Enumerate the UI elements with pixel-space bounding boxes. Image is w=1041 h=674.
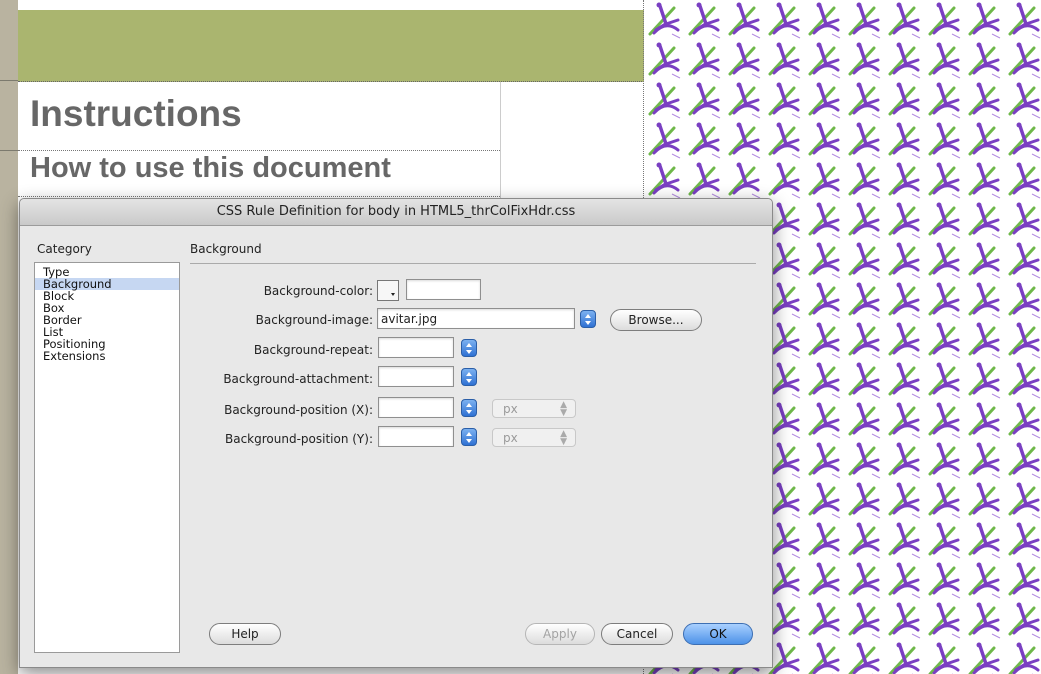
- bg-repeat-label: Background-repeat:: [253, 343, 373, 357]
- category-heading: Category: [37, 242, 92, 256]
- bg-pos-y-stepper-icon[interactable]: [461, 428, 477, 446]
- bg-image-stepper-icon[interactable]: [580, 310, 596, 328]
- color-swatch-icon[interactable]: [377, 280, 399, 301]
- bg-pos-y-unit-value: px: [503, 431, 518, 445]
- page-header-band: [18, 10, 644, 82]
- page-heading[interactable]: Instructions: [30, 93, 242, 135]
- divider: [18, 196, 500, 197]
- section-heading: Background: [190, 242, 262, 256]
- bg-pos-x-stepper-icon[interactable]: [461, 399, 477, 417]
- css-rule-definition-dialog[interactable]: CSS Rule Definition for body in HTML5_th…: [19, 198, 773, 668]
- section-divider: [190, 263, 756, 264]
- ok-button[interactable]: OK: [683, 623, 753, 645]
- column-divider: [500, 82, 501, 202]
- bg-pos-x-unit-value: px: [503, 402, 518, 416]
- category-list[interactable]: Type Background Block Box Border List Po…: [34, 262, 180, 653]
- bg-pos-x-label: Background-position (X):: [224, 403, 373, 417]
- bg-image-field[interactable]: avitar.jpg: [377, 308, 575, 329]
- bg-attachment-field[interactable]: [378, 366, 454, 387]
- help-button[interactable]: Help: [209, 623, 281, 645]
- bg-pos-x-unit-select[interactable]: px ▲ ▼: [492, 399, 576, 418]
- bg-attachment-label: Background-attachment:: [223, 372, 373, 386]
- divider: [18, 150, 500, 151]
- bg-attachment-row: Background-attachment:: [190, 368, 373, 392]
- updown-icon: ▲ ▼: [560, 400, 567, 418]
- browse-button[interactable]: Browse...: [610, 309, 702, 331]
- bg-image-row: Background-image:: [190, 309, 373, 333]
- bg-pos-x-field[interactable]: [378, 397, 454, 418]
- bg-repeat-row: Background-repeat:: [190, 339, 373, 363]
- bg-repeat-field[interactable]: [378, 337, 454, 358]
- bg-pos-y-unit-select[interactable]: px ▲ ▼: [492, 428, 576, 447]
- bg-attachment-stepper-icon[interactable]: [461, 368, 477, 386]
- bg-image-label: Background-image:: [255, 313, 373, 327]
- ruler-tick: [0, 150, 18, 151]
- category-item-extensions[interactable]: Extensions: [35, 350, 179, 362]
- ruler-strip: [0, 0, 19, 674]
- apply-button[interactable]: Apply: [525, 623, 595, 645]
- bg-color-row: Background-color:: [190, 280, 373, 304]
- bg-pos-y-field[interactable]: [378, 426, 454, 447]
- ruler-tick: [0, 80, 18, 81]
- bg-pos-x-row: Background-position (X):: [190, 399, 373, 423]
- bg-color-label: Background-color:: [263, 284, 373, 298]
- updown-icon: ▲ ▼: [560, 429, 567, 447]
- cancel-button[interactable]: Cancel: [601, 623, 673, 645]
- bg-color-field[interactable]: [406, 279, 481, 300]
- dialog-title: CSS Rule Definition for body in HTML5_th…: [20, 199, 772, 226]
- bg-pos-y-label: Background-position (Y):: [224, 432, 373, 446]
- bg-repeat-stepper-icon[interactable]: [461, 339, 477, 357]
- page-subheading[interactable]: How to use this document: [30, 152, 391, 185]
- bg-pos-y-row: Background-position (Y):: [190, 428, 373, 452]
